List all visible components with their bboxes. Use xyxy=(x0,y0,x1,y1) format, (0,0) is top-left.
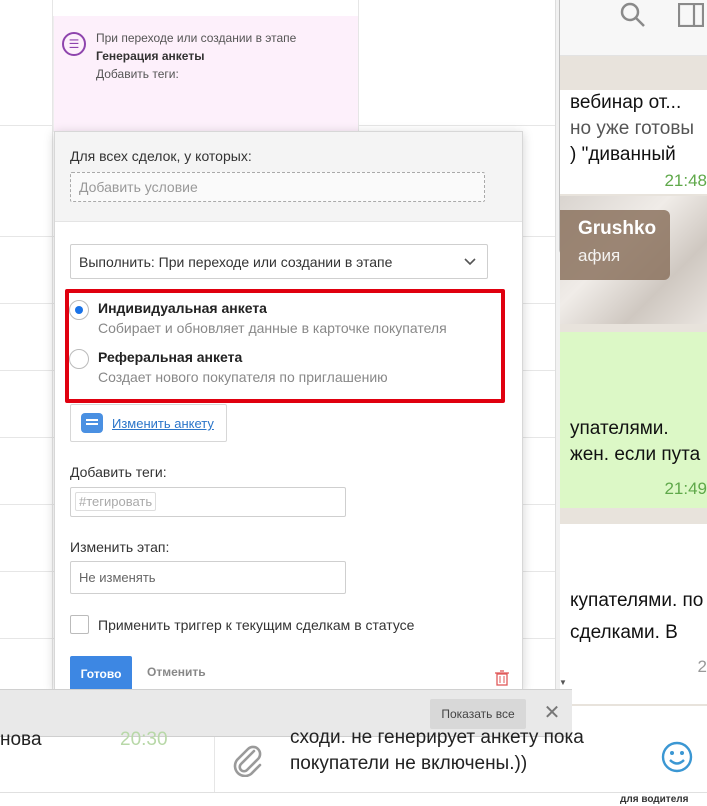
tags-placeholder: #тегировать xyxy=(75,492,157,511)
message-line: упателями. xyxy=(570,418,669,439)
message-line: жен. если пута xyxy=(570,444,701,465)
execute-select[interactable]: Выполнить: При переходе или создании в э… xyxy=(70,244,488,279)
paperclip-icon[interactable] xyxy=(232,743,262,777)
cell-number: 20:30 xyxy=(120,729,168,750)
cancel-button[interactable]: Отменить xyxy=(147,665,206,679)
stage-trigger-card[interactable]: ☰ При переходе или создании в этапе Гене… xyxy=(53,16,358,132)
composer-text[interactable]: сходи. не генерирует анкету пока покупат… xyxy=(290,725,584,777)
message-line: купателями. по xyxy=(570,590,704,611)
apply-existing-label: Применить триггер к текущим сделкам в ст… xyxy=(98,617,415,633)
bottom-strip: нова 20:30 сходи. не генерирует анкету п… xyxy=(0,727,707,806)
composer-line: сходи. не генерирует анкету пока xyxy=(290,727,584,748)
message-time: 21:49 xyxy=(664,479,707,498)
edit-form-link[interactable]: Изменить анкету xyxy=(112,416,214,431)
scroll-down-icon[interactable]: ▼ xyxy=(559,678,567,687)
trigger-settings-popup: Для всех сделок, у которых: Добавить усл… xyxy=(54,131,523,691)
chat-window: вебинар от... но уже готовы ) "диванный … xyxy=(560,0,707,806)
emoji-icon[interactable] xyxy=(661,741,693,773)
stage-label: Изменить этап: xyxy=(70,539,170,555)
sidebar-toggle-icon[interactable] xyxy=(678,3,704,27)
add-condition-field[interactable]: Добавить условие xyxy=(70,172,485,202)
condition-section: Для всех сделок, у которых: Добавить усл… xyxy=(55,132,522,222)
message-time: 21:48 xyxy=(664,171,707,190)
chat-header xyxy=(560,0,707,56)
apply-existing-checkbox[interactable] xyxy=(70,615,89,634)
message-line: вебинар от... xyxy=(570,92,682,113)
photo-caption-name: Grushko xyxy=(578,218,657,239)
execute-select-value: Выполнить: При переходе или создании в э… xyxy=(79,254,393,270)
chevron-down-icon xyxy=(464,258,476,266)
cell-text: нова xyxy=(0,729,42,750)
message-line: но уже готовы xyxy=(570,118,695,139)
photo-caption-sub: афия xyxy=(578,246,621,265)
chat-form-icon xyxy=(81,413,103,433)
stage-card-tags: Добавить теги: xyxy=(96,67,179,81)
chat-photo[interactable]: Grushko афия xyxy=(560,196,707,324)
stage-card-title: Генерация анкеты xyxy=(96,49,205,63)
edit-form-button[interactable]: Изменить анкету xyxy=(70,404,227,442)
tags-label: Добавить теги: xyxy=(70,464,167,480)
message-line: ) "диванный xyxy=(570,144,676,165)
red-highlight-frame xyxy=(65,289,505,403)
photo-caption: Grushko афия xyxy=(560,210,670,280)
chat-body: вебинар от... но уже готовы ) "диванный … xyxy=(560,56,707,706)
message-time: 2 xyxy=(697,657,707,676)
stage-card-event: При переходе или создании в этапе xyxy=(96,31,297,45)
close-icon[interactable]: ✕ xyxy=(541,699,563,727)
chat-message: упателями. жен. если пута 21:49 xyxy=(560,332,707,508)
chat-message: вебинар от... но уже готовы ) "диванный … xyxy=(560,90,707,194)
search-icon[interactable] xyxy=(620,2,646,28)
stage-select-value: Не изменять xyxy=(79,570,156,585)
stage-select[interactable]: Не изменять xyxy=(70,561,346,594)
form-icon: ☰ xyxy=(62,32,86,56)
popup-scrollbar[interactable]: ▼ xyxy=(555,131,573,691)
message-line: сделками. В xyxy=(570,622,678,643)
trash-icon[interactable] xyxy=(495,670,509,686)
done-button[interactable]: Готово xyxy=(70,656,132,690)
tags-input[interactable]: #тегировать xyxy=(70,487,346,517)
bottom-grid xyxy=(0,792,707,806)
condition-label: Для всех сделок, у которых: xyxy=(70,148,252,164)
table-cell: нова 20:30 xyxy=(0,729,215,792)
chat-message: купателями. по сделками. В 2 xyxy=(560,524,707,704)
driver-label: для водителя xyxy=(620,794,689,805)
composer-line: покупатели не включены.)) xyxy=(290,753,528,774)
